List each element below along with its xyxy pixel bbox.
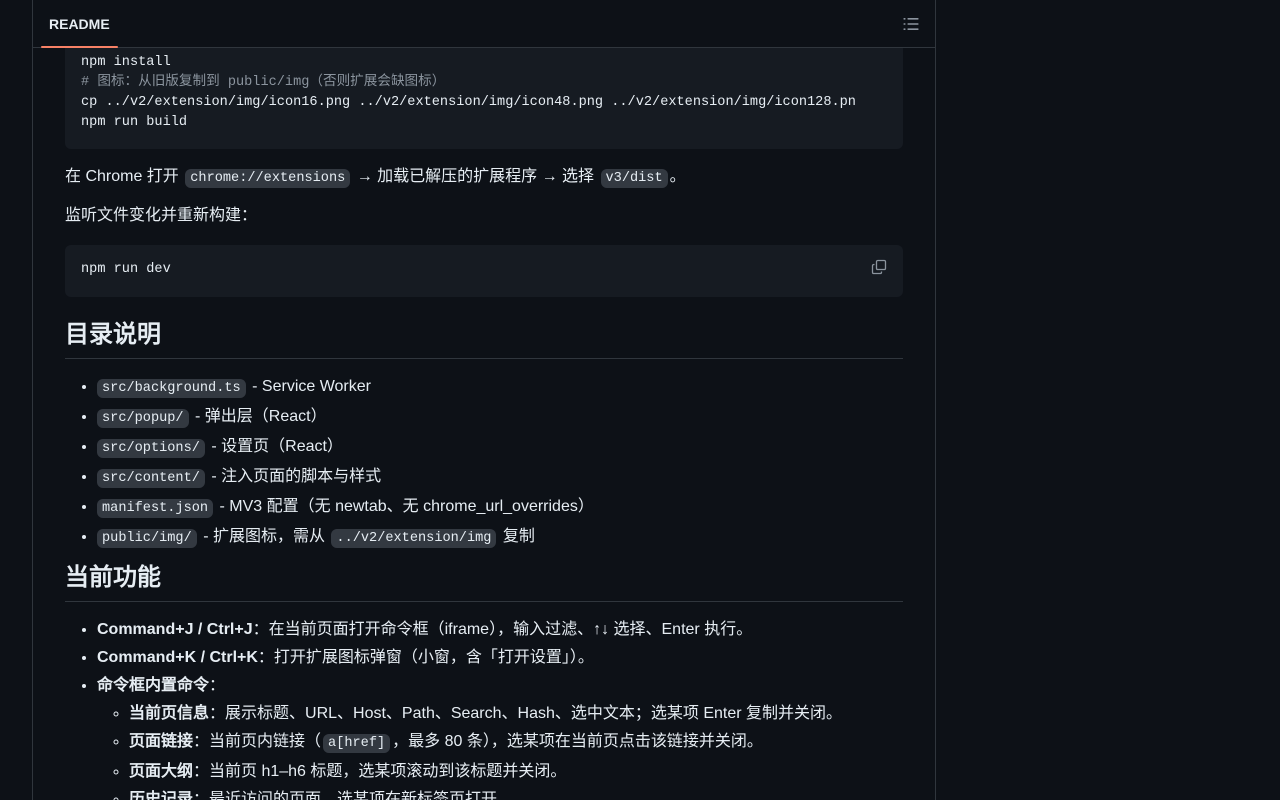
readme-panel: README cd v3 npm install # 图标：从旧版复制到 pub… [32,0,936,800]
inline-code: chrome://extensions [185,169,351,188]
text: 复制 [502,528,535,545]
command-label: 页面链接 [129,733,194,750]
list-item: src/options/ - 设置页（React） [97,435,594,461]
paragraph-watch: 监听文件变化并重新构建： [65,207,258,224]
list-item: src/background.ts - Service Worker [97,375,594,401]
feature-label: 命令框内置命令 [97,677,210,694]
list-item: manifest.json - MV3 配置（无 newtab、无 chrome… [97,495,594,521]
code-comment-line: # 图标：从旧版复制到 public/img（否则扩展会缺图标） [81,75,446,90]
list-item: src/content/ - 注入页面的脚本与样式 [97,465,594,491]
inline-code: src/background.ts [97,379,246,398]
sub-list-item: 页面链接：当前页内链接（a[href]，最多 80 条），选某项在当前页点击该链… [129,730,842,756]
text: 。 [669,168,686,185]
tab-readme[interactable]: README [41,0,118,48]
copy-icon[interactable] [871,259,887,275]
shortcut-label: Command+K / Ctrl+K [97,649,258,666]
inline-code: ../v2/extension/img [331,529,497,548]
text: → 加载已解压的扩展程序 → 选择 [356,168,595,185]
text: - Service Worker [252,378,371,395]
text: ：最近访问的页面，选某项在新标签页打开。 [193,791,514,800]
heading-directory: 目录说明 [65,320,903,359]
list-item: 命令框内置命令： 当前页信息：展示标题、URL、Host、Path、Search… [97,674,842,800]
text: 在 Chrome 打开 [65,168,179,185]
text: - MV3 配置（无 newtab、无 chrome_url_overrides… [219,498,594,515]
readme-header: README [33,0,935,48]
text: - 弹出层（React） [195,408,327,425]
inline-code: src/options/ [97,439,205,458]
sub-list-item: 当前页信息：展示标题、URL、Host、Path、Search、Hash、选中文… [129,702,842,726]
text: ：当前页内链接（ [193,733,322,750]
command-label: 历史记录 [129,791,194,800]
text: ： [209,677,226,694]
list-item: Command+J / Ctrl+J：在当前页面打开命令框（iframe），输入… [97,618,842,642]
builtin-commands-list: 当前页信息：展示标题、URL、Host、Path、Search、Hash、选中文… [97,702,842,800]
command-label: 当前页信息 [129,705,210,722]
text: ：在当前页面打开命令框（iframe），输入过滤、↑↓ 选择、Enter 执行。 [252,621,753,638]
sub-list-item: 历史记录：最近访问的页面，选某项在新标签页打开。 [129,788,842,800]
inline-code: public/img/ [97,529,197,548]
code-line: npm run dev [81,262,171,277]
inline-code: src/popup/ [97,409,189,428]
directory-list: src/background.ts - Service Worker src/p… [65,375,594,555]
inline-code: manifest.json [97,499,214,518]
text: - 设置页（React） [211,438,343,455]
text: ：当前页 h1–h6 标题，选某项滚动到该标题并关闭。 [193,763,567,780]
code-line: cp ../v2/extension/img/icon16.png ../v2/… [81,95,856,110]
list-item: Command+K / Ctrl+K：打开扩展图标弹窗（小窗，含「打开设置」）。 [97,646,842,670]
text: - 扩展图标，需从 [203,528,325,545]
list-unordered-icon[interactable] [901,14,921,34]
inline-code: a[href] [323,734,391,753]
text: ：打开扩展图标弹窗（小窗，含「打开设置」）。 [257,649,594,666]
text: ，最多 80 条），选某项在当前页点击该链接并关闭。 [392,733,763,750]
shortcut-label: Command+J / Ctrl+J [97,621,253,638]
text: - 注入页面的脚本与样式 [211,468,382,485]
list-item: public/img/ - 扩展图标，需从 ../v2/extension/im… [97,525,594,551]
text: ：展示标题、URL、Host、Path、Search、Hash、选中文本；选某项… [209,705,843,722]
inline-code: v3/dist [600,169,668,188]
command-label: 页面大纲 [129,763,194,780]
code-block-dev: npm run dev [65,245,903,297]
paragraph-chrome-load: 在 Chrome 打开 chrome://extensions → 加载已解压的… [65,165,686,191]
features-list: Command+J / Ctrl+J：在当前页面打开命令框（iframe），输入… [65,618,842,800]
sub-list-item: 页面大纲：当前页 h1–h6 标题，选某项滚动到该标题并关闭。 [129,760,842,784]
code-line: npm install [81,55,171,70]
list-item: src/popup/ - 弹出层（React） [97,405,594,431]
heading-features: 当前功能 [65,563,903,602]
code-line: npm run build [81,115,188,130]
inline-code: src/content/ [97,469,205,488]
